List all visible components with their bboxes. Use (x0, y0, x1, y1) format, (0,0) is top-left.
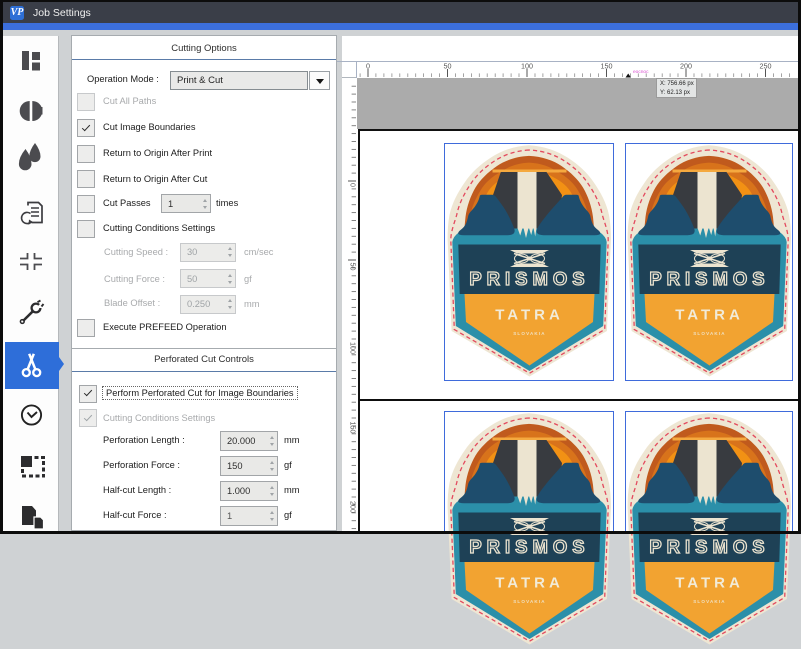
svg-text:250: 250 (760, 62, 772, 71)
svg-text:eocnoc: eocnoc (633, 70, 649, 75)
svg-text:150: 150 (349, 422, 358, 434)
svg-text:100: 100 (521, 62, 533, 71)
svg-text:200: 200 (349, 501, 358, 513)
svg-text:50: 50 (349, 263, 358, 271)
svg-text:0: 0 (366, 62, 370, 71)
svg-text:0: 0 (349, 183, 358, 187)
svg-text:200: 200 (680, 62, 692, 71)
svg-text:100: 100 (349, 342, 358, 354)
svg-text:50: 50 (444, 62, 452, 71)
svg-text:150: 150 (601, 62, 613, 71)
